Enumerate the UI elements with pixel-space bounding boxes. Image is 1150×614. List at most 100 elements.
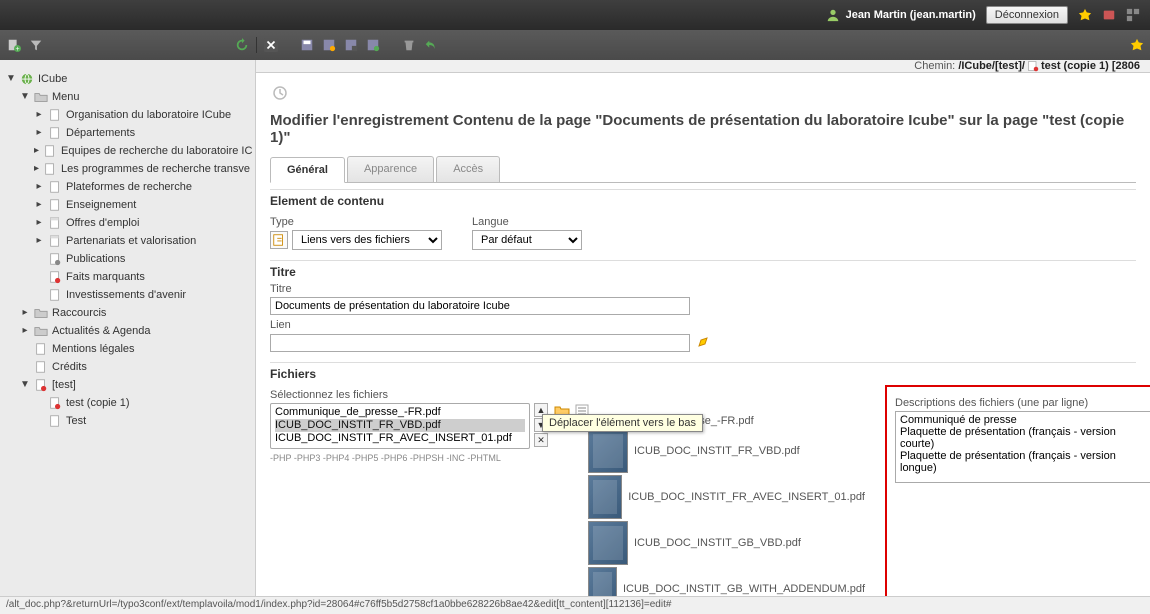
save-view-icon[interactable] xyxy=(321,37,337,53)
thumbnail-item: ICUB_DOC_INSTIT_GB_WITH_ADDENDUM.pdf xyxy=(588,567,865,596)
lang-label: Langue xyxy=(472,216,582,228)
page-alt-icon xyxy=(48,216,62,230)
tree-item[interactable]: ▸Partenariats et valorisation xyxy=(6,232,249,250)
tree-item[interactable]: ▼Menu xyxy=(6,88,249,106)
tree-item[interactable]: ▸Plateformes de recherche xyxy=(6,178,249,196)
tree-label: Publications xyxy=(66,253,125,265)
tree-item[interactable]: ▼[test] xyxy=(6,376,249,394)
bookmark-icon[interactable] xyxy=(1130,38,1144,52)
tree-item[interactable]: Faits marquants xyxy=(6,268,249,286)
page-icon xyxy=(43,162,57,176)
section-files: Fichiers Sélectionnez les fichiers Commu… xyxy=(270,362,1136,596)
thumb-label: ICUB_DOC_INSTIT_GB_WITH_ADDENDUM.pdf xyxy=(623,583,865,595)
tree-toggle[interactable]: ▸ xyxy=(34,146,39,156)
descriptions-panel: Descriptions des fichiers (une par ligne… xyxy=(885,385,1150,596)
cache-icon[interactable] xyxy=(1102,8,1116,22)
tab-general[interactable]: Général xyxy=(270,157,345,183)
tree-item[interactable]: Mentions légales xyxy=(6,340,249,358)
tree-toggle[interactable] xyxy=(34,272,44,282)
page-icon xyxy=(34,360,48,374)
delete-icon[interactable] xyxy=(401,37,417,53)
tree-toggle[interactable] xyxy=(20,362,30,372)
page-red-icon xyxy=(48,396,62,410)
thumb-label: ICUB_DOC_INSTIT_FR_AVEC_INSERT_01.pdf xyxy=(628,491,865,503)
thumbnail-item: ICUB_DOC_INSTIT_GB_VBD.pdf xyxy=(588,521,865,565)
tree-toggle[interactable]: ▸ xyxy=(34,164,39,174)
breadcrumb-page: test (copie 1) xyxy=(1041,60,1109,72)
new-page-icon[interactable]: + xyxy=(6,37,22,53)
app-icon[interactable] xyxy=(1126,8,1140,22)
content-area: Chemin: /ICube/ [test]/ test (copie 1) [… xyxy=(256,60,1150,596)
remove-button[interactable]: ✕ xyxy=(534,433,548,447)
tree-toggle[interactable]: ▸ xyxy=(34,182,44,192)
refresh-tree-icon[interactable] xyxy=(234,37,250,53)
tree-toggle[interactable]: ▸ xyxy=(34,128,44,138)
tree-toggle[interactable]: ▸ xyxy=(20,326,30,336)
tree-toggle[interactable] xyxy=(34,398,44,408)
star-icon[interactable] xyxy=(1078,8,1092,22)
tree-root[interactable]: ▼ ICube xyxy=(6,70,249,88)
link-wizard-icon[interactable] xyxy=(696,333,712,352)
type-select[interactable]: Liens vers des fichiers xyxy=(292,230,442,250)
tree-item[interactable]: ▸Enseignement xyxy=(6,196,249,214)
tab-access[interactable]: Accès xyxy=(436,156,500,182)
tree-item[interactable]: Test xyxy=(6,412,249,430)
tree-toggle[interactable]: ▸ xyxy=(34,218,44,228)
close-icon[interactable] xyxy=(263,37,279,53)
tree-label: Offres d'emploi xyxy=(66,217,139,229)
undo-icon[interactable] xyxy=(423,37,439,53)
page-icon xyxy=(34,342,48,356)
tree-toggle[interactable] xyxy=(34,416,44,426)
tree-item[interactable]: Investissements d'avenir xyxy=(6,286,249,304)
section-title-files: Fichiers xyxy=(270,362,1136,381)
tree-toggle[interactable]: ▼ xyxy=(20,92,30,102)
filter-icon[interactable] xyxy=(28,37,44,53)
thumbnail-item: ICUB_DOC_INSTIT_FR_AVEC_INSERT_01.pdf xyxy=(588,475,865,519)
tree-item[interactable]: ▸Les programmes de recherche transve xyxy=(6,160,249,178)
logout-button[interactable]: Déconnexion xyxy=(986,6,1068,24)
tree-label: Actualités & Agenda xyxy=(52,325,150,337)
tree-toggle[interactable] xyxy=(34,290,44,300)
tree-toggle[interactable]: ▸ xyxy=(34,236,44,246)
tree-item[interactable]: ▸Equipes de recherche du laboratoire IC xyxy=(6,142,249,160)
link-input[interactable] xyxy=(270,334,690,352)
tree-item[interactable]: ▸ Départements xyxy=(6,124,249,142)
tree-toggle[interactable]: ▸ xyxy=(20,308,30,318)
tree-label: Faits marquants xyxy=(66,271,145,283)
lang-select[interactable]: Par défaut xyxy=(472,230,582,250)
type-label: Type xyxy=(270,216,442,228)
tab-appearance[interactable]: Apparence xyxy=(347,156,434,182)
save-new-icon[interactable] xyxy=(365,37,381,53)
tree-item[interactable]: ▸Raccourcis xyxy=(6,304,249,322)
descriptions-textarea[interactable] xyxy=(895,411,1150,483)
thumbnail-icon xyxy=(588,475,622,519)
history-icon[interactable] xyxy=(272,85,1136,104)
tree-label: Crédits xyxy=(52,361,87,373)
tree-item[interactable]: Publications xyxy=(6,250,249,268)
tree-label: Départements xyxy=(66,127,135,139)
user-info: Jean Martin (jean.martin) xyxy=(826,8,976,22)
tree-toggle[interactable]: ▼ xyxy=(6,74,16,84)
tree-item[interactable]: ▸ Offres d'emploi xyxy=(6,214,249,232)
tree-item[interactable]: test (copie 1) xyxy=(6,394,249,412)
file-list[interactable]: Communique_de_presse_-FR.pdfICUB_DOC_INS… xyxy=(270,403,530,449)
svg-text:+: + xyxy=(15,46,19,52)
tree-toggle[interactable] xyxy=(34,254,44,264)
tree-toggle[interactable]: ▼ xyxy=(20,380,30,390)
tree-toggle[interactable]: ▸ xyxy=(34,110,44,120)
tree-label: test (copie 1) xyxy=(66,397,130,409)
user-icon xyxy=(826,8,840,22)
tree-toggle[interactable] xyxy=(20,344,30,354)
tree-item[interactable]: ▸ Actualités & Agenda xyxy=(6,322,249,340)
save-icon[interactable] xyxy=(299,37,315,53)
tree-toggle[interactable]: ▸ xyxy=(34,200,44,210)
tree-item[interactable]: Crédits xyxy=(6,358,249,376)
toolbar: + xyxy=(0,30,1150,60)
tree-item[interactable]: ▸Organisation du laboratoire ICube xyxy=(6,106,249,124)
section-title-titre: Titre xyxy=(270,260,1136,279)
page-title: Modifier l'enregistrement Contenu de la … xyxy=(270,112,1136,146)
titre-input[interactable] xyxy=(270,297,690,315)
thumbnail-icon xyxy=(588,567,617,596)
titre-label: Titre xyxy=(270,283,1136,295)
save-close-icon[interactable] xyxy=(343,37,359,53)
